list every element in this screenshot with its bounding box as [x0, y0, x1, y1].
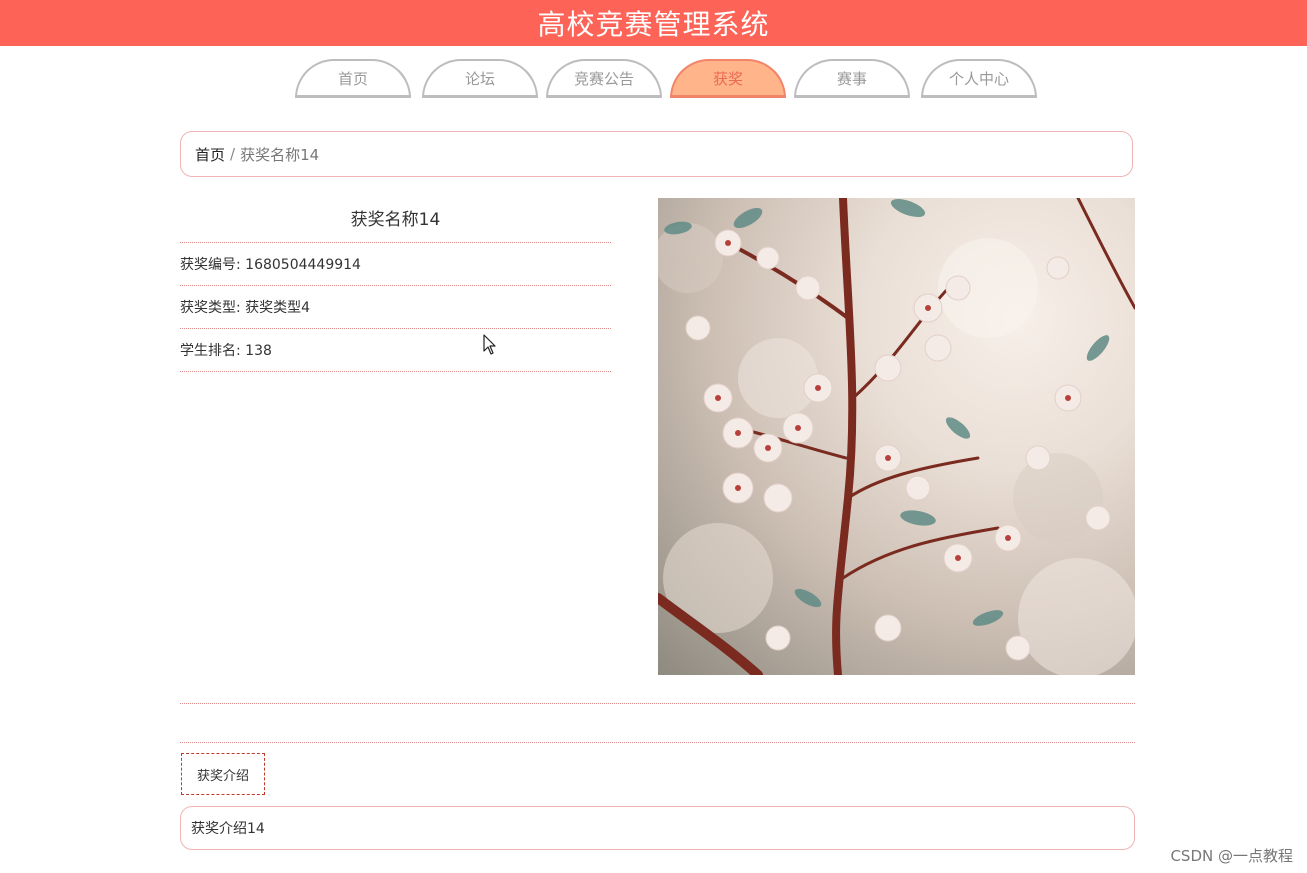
field-label: 获奖类型: [180, 300, 236, 316]
watermark: CSDN @一点教程: [1170, 847, 1293, 865]
intro-text: 获奖介绍14: [191, 821, 265, 837]
intro-tab[interactable]: 获奖介绍: [181, 753, 265, 795]
main-nav: 首页 论坛 竞赛公告 获奖 赛事 个人中心: [0, 59, 1307, 98]
field-label: 获奖编号: [180, 257, 236, 273]
nav-tab-announcements[interactable]: 竞赛公告: [546, 59, 662, 98]
nav-tab-events[interactable]: 赛事: [794, 59, 910, 98]
top-header-bar: 高校竞赛管理系统: [0, 0, 1307, 46]
breadcrumb-separator: /: [230, 145, 236, 163]
award-field-number: 获奖编号: 1680504449914: [180, 243, 611, 286]
field-value: 1680504449914: [245, 257, 361, 273]
award-image: [658, 198, 1135, 675]
award-field-rank: 学生排名: 138: [180, 329, 611, 372]
mouse-cursor-icon: [483, 334, 496, 355]
app-title: 高校竞赛管理系统: [537, 8, 770, 41]
award-info-panel: 获奖名称14 获奖编号: 1680504449914 获奖类型: 获奖类型4 学…: [180, 198, 611, 372]
breadcrumb: 首页 / 获奖名称14: [180, 131, 1133, 177]
breadcrumb-current: 获奖名称14: [240, 145, 320, 164]
divider: [180, 703, 1135, 704]
nav-tab-home[interactable]: 首页: [295, 59, 411, 98]
breadcrumb-home-link[interactable]: 首页: [195, 144, 225, 165]
award-name: 获奖名称14: [180, 198, 611, 243]
cherry-blossom-illustration: [658, 198, 1135, 675]
award-field-type: 获奖类型: 获奖类型4: [180, 286, 611, 329]
nav-tab-awards[interactable]: 获奖: [670, 59, 786, 98]
field-value: 138: [245, 343, 272, 359]
divider: [180, 742, 1135, 743]
field-label: 学生排名: [180, 343, 236, 359]
nav-tab-profile[interactable]: 个人中心: [921, 59, 1037, 98]
nav-tab-forum[interactable]: 论坛: [422, 59, 538, 98]
field-value: 获奖类型4: [245, 300, 311, 316]
intro-content: 获奖介绍14: [180, 806, 1135, 850]
